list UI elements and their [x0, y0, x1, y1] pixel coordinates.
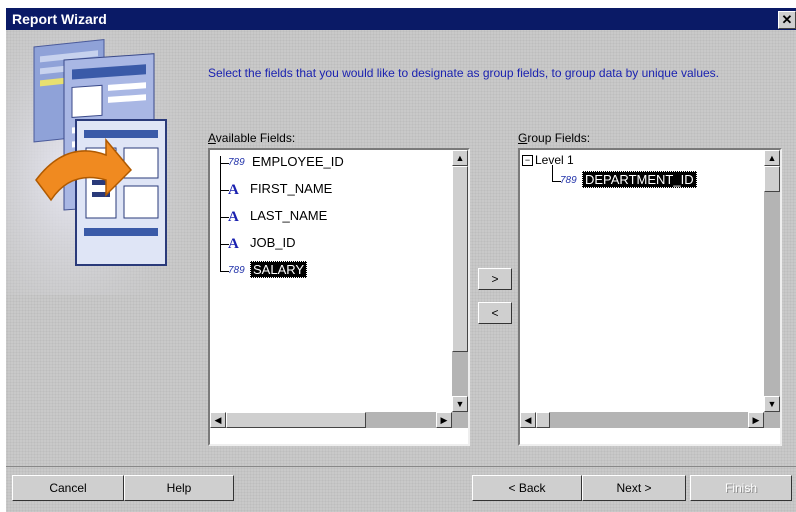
list-item[interactable]: 789 DEPARTMENT_ID [560, 170, 697, 190]
group-fields-label: Group Fields: [518, 131, 591, 145]
scroll-thumb[interactable] [764, 166, 780, 192]
scroll-left-button[interactable]: ◀ [210, 412, 226, 428]
finish-button[interactable]: Finish [690, 475, 792, 501]
help-button[interactable]: Help [124, 475, 234, 501]
collapse-icon[interactable]: − [522, 155, 533, 167]
remove-field-button[interactable]: < [478, 302, 512, 324]
instructions-text: Select the fields that you would like to… [208, 66, 719, 80]
scroll-down-button[interactable]: ▼ [764, 396, 780, 412]
add-field-button[interactable]: > [478, 268, 512, 290]
number-field-icon: 789 [560, 174, 577, 186]
list-item[interactable]: A JOB_ID [228, 233, 298, 253]
scroll-right-button[interactable]: ▶ [436, 412, 452, 428]
text-field-icon: A [228, 208, 239, 225]
cancel-button[interactable]: Cancel [12, 475, 124, 501]
available-fields-label: Available Fields: [208, 131, 296, 145]
next-button[interactable]: Next > [582, 475, 686, 501]
number-field-icon: 789 [228, 156, 245, 168]
report-wizard-window: Report Wizard ✕ Select the fields that y… [0, 0, 796, 512]
scroll-thumb[interactable] [226, 412, 366, 428]
button-bar: Cancel Help < Back Next > Finish [6, 467, 796, 512]
close-icon[interactable]: ✕ [778, 11, 796, 29]
available-fields-list[interactable]: 789 EMPLOYEE_ID A FIRST_NAME A LAST_NAME AJ… [208, 148, 470, 446]
wizard-body: Select the fields that you would like to… [6, 30, 796, 466]
text-field-icon: A [228, 235, 239, 252]
scroll-right-button[interactable]: ▶ [748, 412, 764, 428]
scroll-left-button[interactable]: ◀ [520, 412, 536, 428]
scroll-down-button[interactable]: ▼ [452, 396, 468, 412]
back-button[interactable]: < Back [472, 475, 582, 501]
group-fields-list[interactable]: − Level 1 789 DEPARTMENT_ID ▲ ▼ ◀ ▶ [518, 148, 782, 446]
list-item[interactable]: A FIRST_NAME [228, 179, 334, 199]
list-item[interactable]: 789 SALARY [228, 260, 308, 280]
available-vertical-scrollbar[interactable]: ▲ ▼ [452, 150, 468, 428]
window-title: Report Wizard [12, 11, 107, 27]
available-horizontal-scrollbar[interactable]: ◀ ▶ [210, 412, 452, 428]
wizard-illustration [6, 30, 196, 295]
scroll-thumb[interactable] [452, 166, 468, 352]
title-bar[interactable]: Report Wizard ✕ [6, 8, 796, 30]
scroll-thumb[interactable] [536, 412, 550, 428]
list-item[interactable]: A LAST_NAME [228, 206, 329, 226]
scroll-up-button[interactable]: ▲ [452, 150, 468, 166]
level-node[interactable]: − Level 1 [522, 150, 576, 170]
scroll-up-button[interactable]: ▲ [764, 150, 780, 166]
number-field-icon: 789 [228, 264, 245, 276]
list-item[interactable]: 789 EMPLOYEE_ID [228, 152, 346, 172]
group-vertical-scrollbar[interactable]: ▲ ▼ [764, 150, 780, 428]
group-horizontal-scrollbar[interactable]: ◀ ▶ [520, 412, 764, 428]
text-field-icon: A [228, 181, 239, 198]
